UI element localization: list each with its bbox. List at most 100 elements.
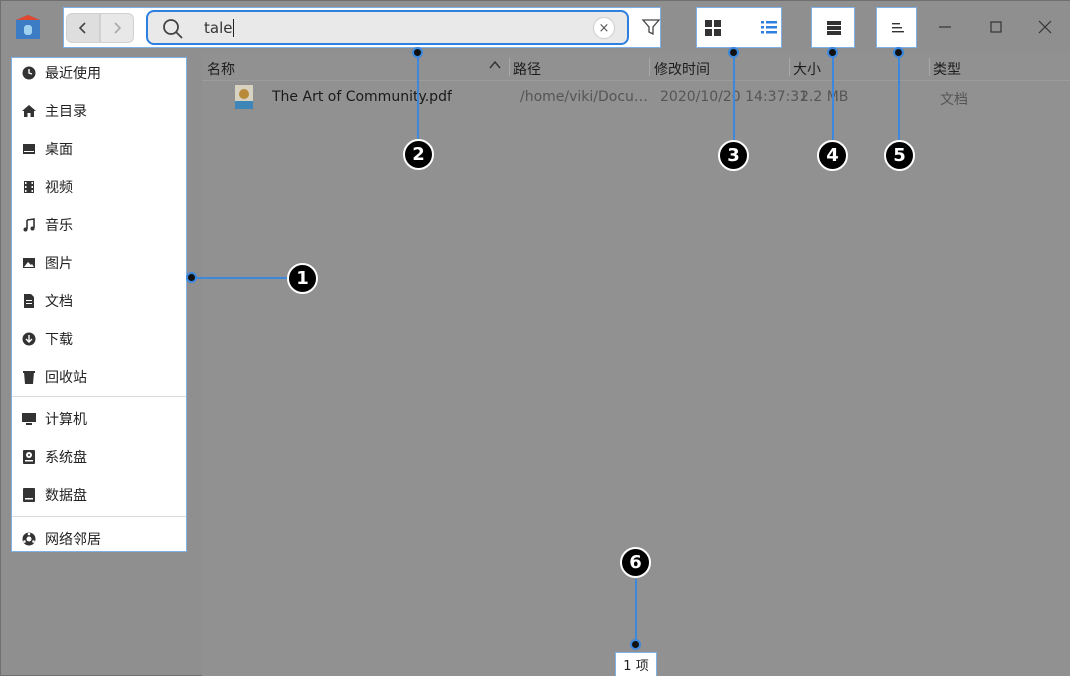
column-header-size[interactable]: 大小 [793, 59, 821, 79]
search-icon [163, 19, 183, 39]
menu-icon [892, 23, 904, 33]
table-row[interactable]: The Art of Community.pdf /home/viki/Docu… [202, 83, 1070, 111]
sidebar-item-recent[interactable]: 最近使用 [12, 58, 186, 88]
sidebar-item-label: 计算机 [45, 412, 87, 428]
callout-badge-2: 2 [403, 139, 434, 170]
main-menu-button[interactable] [876, 7, 917, 48]
column-divider[interactable] [649, 58, 650, 76]
sidebar: 最近使用 主目录 桌面 视频 音乐 图片 文档 下载 回收站 计算机 系统盘 数… [11, 57, 187, 552]
callout-badge-3: 3 [718, 140, 749, 171]
column-divider[interactable] [929, 58, 930, 76]
sidebar-item-label: 最近使用 [45, 66, 101, 82]
sidebar-item-network[interactable]: 网络邻居 [12, 524, 186, 551]
callout-line [417, 53, 419, 141]
status-bar-count: 1 项 [615, 652, 657, 676]
file-type: 文档 [940, 92, 968, 108]
callout-dot [827, 47, 838, 58]
sidebar-item-label: 系统盘 [45, 450, 87, 466]
column-header-type[interactable]: 类型 [933, 59, 961, 79]
sidebar-item-videos[interactable]: 视频 [12, 172, 186, 202]
sidebar-item-data-disk[interactable]: 数据盘 [12, 480, 186, 510]
column-header-path[interactable]: 路径 [513, 59, 541, 79]
computer-icon [22, 413, 36, 425]
sidebar-item-label: 音乐 [45, 218, 73, 234]
sidebar-item-label: 数据盘 [45, 488, 87, 504]
sidebar-item-label: 视频 [45, 180, 73, 196]
callout-badge-4: 4 [817, 140, 848, 171]
close-icon[interactable] [1035, 17, 1055, 37]
trash-icon [23, 371, 35, 384]
search-query-text[interactable]: tale [204, 19, 235, 37]
clock-icon [22, 66, 36, 80]
download-icon [22, 332, 36, 346]
titlebar: tale × [1, 1, 1070, 53]
callout-dot [630, 639, 641, 650]
sidebar-item-label: 主目录 [45, 104, 87, 120]
list-view-icon[interactable] [759, 18, 779, 38]
search-input[interactable]: tale × [146, 10, 629, 45]
navigation-search-bar: tale × [63, 7, 661, 48]
file-path: /home/viki/Docu… [520, 89, 648, 105]
callout-line [191, 277, 291, 279]
sidebar-item-label: 桌面 [45, 142, 73, 158]
sidebar-item-trash[interactable]: 回收站 [12, 362, 186, 392]
system-disk-icon [23, 450, 35, 464]
app-logo-icon[interactable] [13, 13, 43, 41]
file-manager-window: tale × 最近使用 主目录 桌面 视频 音乐 图片 文档 下载 回收站 计算… [0, 0, 1070, 676]
detail-view-button[interactable] [811, 7, 855, 48]
sidebar-item-documents[interactable]: 文档 [12, 286, 186, 316]
callout-dot [728, 47, 739, 58]
sidebar-item-pictures[interactable]: 图片 [12, 248, 186, 278]
column-divider[interactable] [789, 58, 790, 76]
column-header-name[interactable]: 名称 [207, 59, 235, 79]
sidebar-item-label: 下载 [45, 332, 73, 348]
minimize-icon[interactable] [935, 17, 955, 37]
view-mode-switch [696, 7, 782, 48]
sidebar-item-label: 网络邻居 [45, 532, 101, 548]
sidebar-divider [12, 396, 186, 397]
sidebar-item-computer[interactable]: 计算机 [12, 404, 186, 434]
file-size: 2.2 MB [800, 89, 849, 105]
music-icon [23, 218, 35, 232]
chevron-right-icon [114, 22, 122, 34]
filter-icon[interactable] [641, 17, 661, 37]
callout-line [733, 53, 735, 141]
file-name: The Art of Community.pdf [272, 89, 452, 105]
icon-view-icon[interactable] [703, 18, 723, 38]
home-icon [22, 105, 36, 117]
clear-search-button[interactable]: × [593, 17, 615, 39]
chevron-left-icon [78, 22, 86, 34]
callout-line [832, 53, 834, 141]
callout-badge-5: 5 [884, 140, 915, 171]
callout-line [898, 53, 900, 141]
callout-dot [412, 47, 423, 58]
desktop-icon [23, 144, 35, 154]
callout-badge-6: 6 [620, 547, 651, 578]
forward-button[interactable] [100, 13, 134, 43]
sidebar-item-downloads[interactable]: 下载 [12, 324, 186, 354]
sidebar-item-label: 图片 [45, 256, 73, 272]
column-divider[interactable] [509, 58, 510, 76]
sidebar-item-music[interactable]: 音乐 [12, 210, 186, 240]
video-icon [24, 181, 34, 193]
callout-badge-1: 1 [287, 263, 318, 294]
callout-dot [893, 47, 904, 58]
detail-panel-icon [827, 21, 841, 35]
column-header-modified[interactable]: 修改时间 [654, 59, 710, 79]
maximize-icon[interactable] [986, 17, 1006, 37]
sidebar-divider [12, 516, 186, 517]
sidebar-item-home[interactable]: 主目录 [12, 96, 186, 126]
data-disk-icon [23, 488, 35, 502]
sidebar-item-label: 文档 [45, 294, 73, 310]
callout-dot [186, 272, 197, 283]
sort-ascending-icon[interactable] [488, 58, 502, 72]
sidebar-item-label: 回收站 [45, 370, 87, 386]
back-button[interactable] [66, 13, 100, 43]
document-icon [24, 294, 34, 308]
column-header-row: 名称 路径 修改时间 大小 类型 [202, 53, 1070, 81]
sidebar-item-system-disk[interactable]: 系统盘 [12, 442, 186, 472]
pdf-thumbnail-icon [235, 85, 253, 109]
sidebar-item-desktop[interactable]: 桌面 [12, 134, 186, 164]
picture-icon [23, 258, 35, 268]
network-icon [22, 532, 36, 546]
